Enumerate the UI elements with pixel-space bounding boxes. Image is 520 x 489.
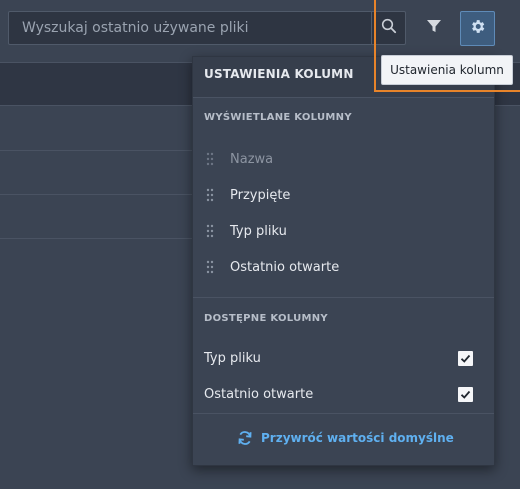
column-label: Nazwa [230, 151, 274, 167]
row-divider [0, 150, 196, 151]
settings-tooltip: Ustawienia kolumn [381, 55, 513, 85]
column-label: Typ pliku [230, 223, 287, 239]
row-divider [0, 238, 196, 239]
gear-icon [469, 18, 486, 39]
displayed-columns-label: WYŚWIETLANE KOLUMNY [204, 112, 352, 123]
column-label: Ostatnio otwarte [204, 387, 314, 402]
row-divider [0, 194, 196, 195]
column-label: Przypięte [230, 187, 291, 203]
column-settings-button[interactable] [460, 11, 495, 46]
section-divider [193, 413, 494, 414]
filter-button[interactable] [418, 12, 450, 44]
drag-handle-icon [204, 152, 216, 166]
column-settings-panel: USTAWIENIA KOLUMN WYŚWIETLANE KOLUMNY Na… [192, 56, 495, 466]
last-opened-checkbox[interactable] [458, 387, 473, 402]
column-label: Ostatnio otwarte [230, 259, 340, 275]
drag-handle-icon[interactable] [204, 188, 216, 202]
drag-handle-icon[interactable] [204, 260, 216, 274]
top-bar [0, 0, 520, 62]
column-label: Typ pliku [204, 351, 261, 366]
file-type-checkbox[interactable] [458, 351, 473, 366]
checkmark-icon [460, 354, 471, 363]
panel-title: USTAWIENIA KOLUMN [204, 67, 354, 81]
search-button[interactable] [371, 12, 405, 44]
refresh-icon [237, 430, 253, 446]
filter-icon [426, 18, 442, 38]
section-divider [193, 297, 494, 298]
displayed-column-pinned[interactable]: Przypięte [204, 183, 484, 207]
displayed-column-file-type[interactable]: Typ pliku [204, 219, 484, 243]
search-box [8, 11, 406, 45]
reset-defaults-label: Przywróć wartości domyślne [261, 431, 454, 445]
available-columns-label: DOSTĘPNE KOLUMNY [204, 313, 328, 324]
reset-defaults-link[interactable]: Przywróć wartości domyślne [237, 430, 454, 446]
displayed-column-name: Nazwa [204, 147, 484, 171]
available-column-last-opened[interactable]: Ostatnio otwarte [204, 385, 479, 407]
search-input[interactable] [9, 12, 369, 44]
checkmark-icon [460, 390, 471, 399]
displayed-column-last-opened[interactable]: Ostatnio otwarte [204, 255, 484, 279]
available-column-file-type[interactable]: Typ pliku [204, 349, 479, 371]
drag-handle-icon[interactable] [204, 224, 216, 238]
search-icon [381, 18, 397, 38]
